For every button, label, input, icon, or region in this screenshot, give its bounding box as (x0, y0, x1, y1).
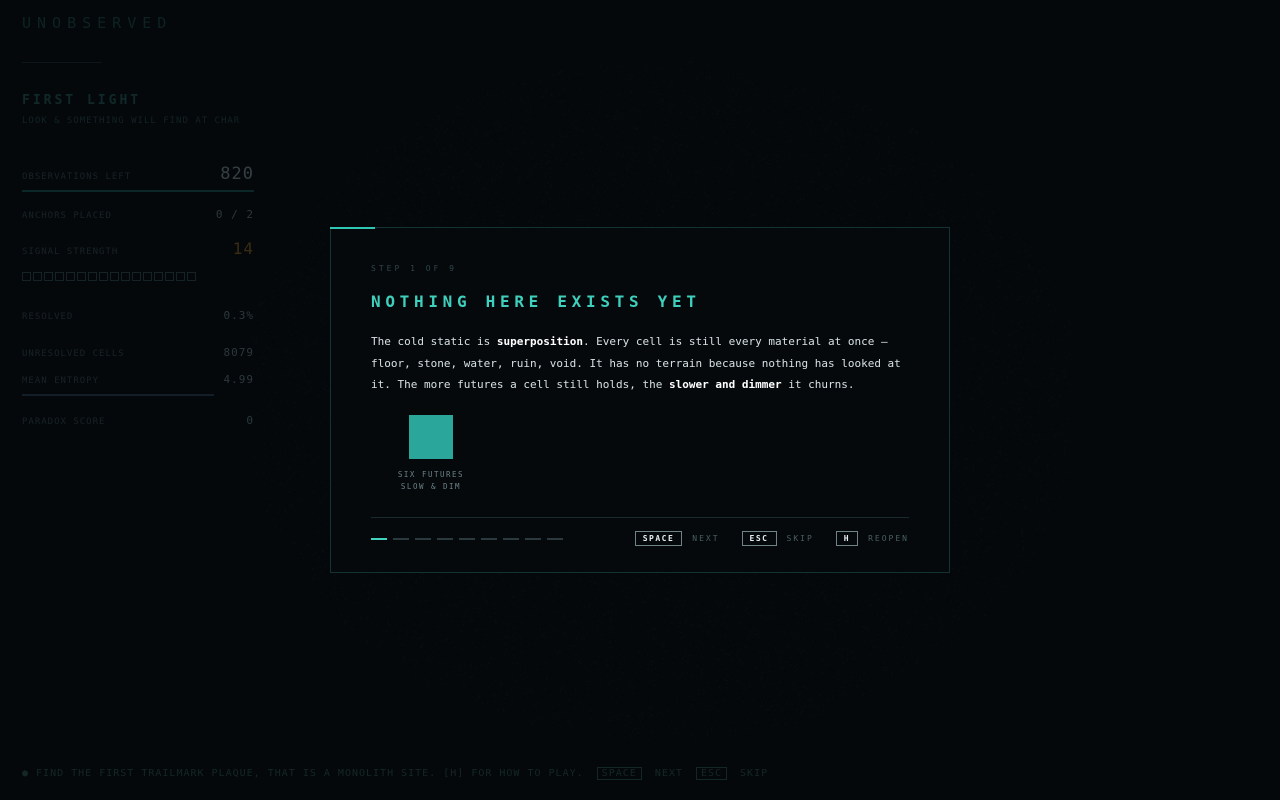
footer-key-space[interactable]: SPACE (596, 767, 642, 780)
dialog-keys: SPACE NEXT ESC SKIP H REOPEN (634, 531, 909, 546)
signal-square (44, 272, 53, 281)
reopen-label: REOPEN (868, 534, 909, 543)
swatch-caption-line: SIX FUTURES (397, 470, 465, 479)
stat-label: UNRESOLVED CELLS (22, 349, 125, 359)
stat-value: 14 (232, 239, 254, 258)
stat-value: 0 / 2 (215, 208, 254, 221)
step-dot (393, 538, 409, 540)
stat-unresolved: UNRESOLVED CELLS 8079 (22, 346, 254, 359)
stat-mean-entropy: MEAN ENTROPY 4.99 (22, 373, 254, 386)
stat-signal: SIGNAL STRENGTH 14 (22, 239, 254, 258)
stat-label: ANCHORS PLACED (22, 211, 112, 221)
signal-square (88, 272, 97, 281)
signal-square (99, 272, 108, 281)
step-dot (525, 538, 541, 540)
dialog-title: NOTHING HERE EXISTS YET (371, 292, 701, 311)
game-title: UNOBSERVED (22, 14, 173, 32)
step-dot (503, 538, 519, 540)
stat-label: PARADOX SCORE (22, 417, 106, 427)
swatch-caption: SIX FUTURES SLOW & DIM (391, 469, 471, 493)
stat-observations: OBSERVATIONS LEFT 820 (22, 164, 254, 184)
observations-bar (22, 190, 254, 192)
signal-square (154, 272, 163, 281)
step-progress (371, 538, 563, 540)
footer-key-label: SKIP (740, 768, 769, 779)
stat-resolved: RESOLVED 0.3% (22, 309, 254, 322)
step-dot (547, 538, 563, 540)
footer-key-label: NEXT (654, 768, 683, 779)
next-label: NEXT (692, 534, 720, 543)
step-dot (481, 538, 497, 540)
signal-square (33, 272, 42, 281)
stat-anchors: ANCHORS PLACED 0 / 2 (22, 208, 254, 221)
step-dot (371, 538, 387, 540)
body-emphasis: slower and dimmer (669, 378, 782, 391)
signal-square (187, 272, 196, 281)
reopen-key-button[interactable]: H (835, 531, 859, 546)
dialog-accent-line (330, 227, 375, 229)
signal-square (143, 272, 152, 281)
skip-key-button[interactable]: ESC (741, 531, 777, 546)
signal-square (132, 272, 141, 281)
dialog-divider (371, 517, 909, 518)
signal-square (66, 272, 75, 281)
signal-squares (22, 272, 254, 281)
tutorial-dialog: STEP 1 OF 9 NOTHING HERE EXISTS YET The … (330, 227, 950, 573)
stat-label: OBSERVATIONS LEFT (22, 172, 132, 182)
signal-square (55, 272, 64, 281)
superposition-example: SIX FUTURES SLOW & DIM (391, 415, 471, 493)
chapter-subtitle: LOOK & SOMETHING WILL FIND AT CHAR (22, 116, 241, 126)
stat-label: SIGNAL STRENGTH (22, 247, 119, 257)
stat-value: 0.3% (223, 309, 254, 322)
step-dot (415, 538, 431, 540)
stat-value: 820 (220, 164, 254, 184)
stat-value: 0 (246, 414, 254, 427)
body-text: The cold static is (371, 335, 497, 348)
stat-paradox: PARADOX SCORE 0 (22, 414, 254, 427)
signal-square (22, 272, 31, 281)
step-dot (459, 538, 475, 540)
chapter-title: FIRST LIGHT (22, 93, 142, 108)
stat-value: 4.99 (223, 373, 254, 386)
cell-swatch (409, 415, 453, 459)
signal-square (110, 272, 119, 281)
stat-label: RESOLVED (22, 312, 74, 322)
body-text: it churns. (781, 378, 855, 391)
dialog-body: The cold static is superposition. Every … (371, 331, 919, 396)
hud-sidebar: UNOBSERVED FIRST LIGHT LOOK & SOMETHING … (22, 14, 254, 427)
signal-square (176, 272, 185, 281)
skip-label: SKIP (786, 534, 814, 543)
body-emphasis: superposition (496, 335, 583, 348)
hud-divider (22, 62, 102, 63)
footer-key-esc[interactable]: ESC (695, 767, 727, 780)
signal-square (121, 272, 130, 281)
next-key-button[interactable]: SPACE (634, 531, 683, 546)
stat-value: 8079 (223, 346, 254, 359)
swatch-caption-line: SLOW & DIM (400, 482, 462, 491)
stat-label: MEAN ENTROPY (22, 376, 100, 386)
signal-square (165, 272, 174, 281)
footer-hint: ● FIND THE FIRST TRAILMARK PLAQUE, THAT … (22, 768, 584, 779)
step-indicator: STEP 1 OF 9 (371, 264, 457, 273)
footer-hint-bar: ● FIND THE FIRST TRAILMARK PLAQUE, THAT … (22, 767, 769, 780)
signal-square (77, 272, 86, 281)
entropy-bar (22, 394, 214, 396)
step-dot (437, 538, 453, 540)
